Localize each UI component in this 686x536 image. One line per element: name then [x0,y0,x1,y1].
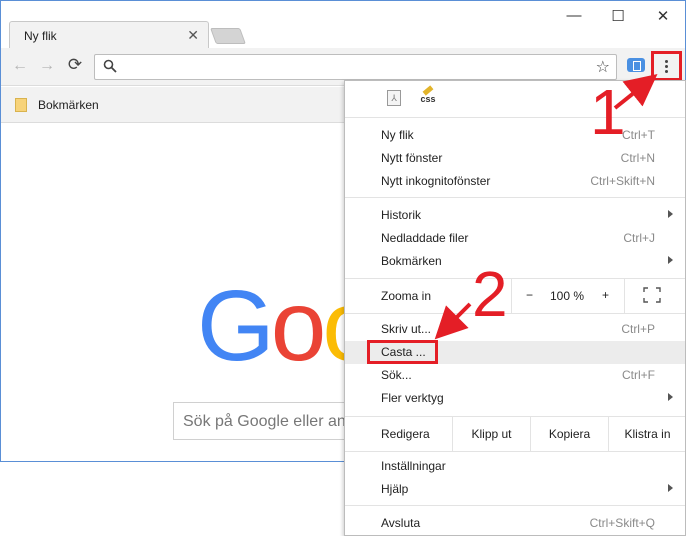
menu-item-label: Inställningar [381,459,446,473]
menu-item-shortcut: Ctrl+T [622,128,655,142]
cast-extension-icon[interactable] [627,58,645,72]
css-extension-icon[interactable]: css [418,85,438,104]
window-close-icon[interactable]: ✕ [640,7,685,25]
menu-item-shortcut: Ctrl+F [622,368,655,382]
menu-item-nedladdade-filer[interactable]: Nedladdade filer Ctrl+J [345,227,685,250]
tab-ny-flik[interactable]: Ny flik ✕ [9,21,209,48]
zoom-controls: − 100 % + [511,279,625,313]
css-extension-label: css [420,94,436,104]
minimize-icon[interactable]: — [551,7,597,24]
step-2-label: 2 [472,258,508,330]
menu-item-hjalp[interactable]: Hjälp [345,478,685,501]
menu-item-label: Historik [381,208,422,222]
menu-extension-row: ⅄ css [345,81,685,117]
menu-item-installningar[interactable]: Inställningar [345,455,685,478]
menu-item-label: Sök... [381,368,412,382]
fullscreen-icon[interactable] [643,287,661,303]
copy-button[interactable]: Kopiera [530,417,608,451]
menu-item-label: Hjälp [381,482,409,496]
menu-item-ny-flik[interactable]: Ny flik Ctrl+T [345,124,685,147]
menu-item-label: Avsluta [381,516,421,530]
bookmark-star-icon[interactable]: ☆ [596,57,610,77]
menu-dot-icon [665,64,668,68]
chrome-menu: ⅄ css Ny flik Ctrl+T Nytt fönster Ctrl+N… [344,80,686,536]
edit-label: Redigera [381,427,430,441]
forward-arrow-icon[interactable]: → [37,57,57,75]
menu-separator [345,313,685,314]
zoom-in-button[interactable]: + [602,288,609,302]
menu-item-shortcut: Ctrl+P [621,322,655,336]
step-1-label: 1 [590,76,626,148]
menu-item-inkognito[interactable]: Nytt inkognitofönster Ctrl+Skift+N [345,170,685,193]
menu-item-shortcut: Ctrl+N [620,151,655,165]
submenu-arrow-icon [668,393,673,401]
search-icon [103,59,117,73]
casta-highlight-box [367,340,438,364]
menu-item-shortcut: Ctrl+Skift+Q [589,516,655,530]
zoom-value: 100 % [550,289,585,303]
zoom-label: Zooma in [381,289,432,303]
menu-item-bokmarken[interactable]: Bokmärken [345,250,685,273]
menu-item-skriv-ut[interactable]: Skriv ut... Ctrl+P [345,318,685,341]
search-placeholder: Sök på Google eller an [183,413,346,430]
edit-row: Redigera Klipp ut Kopiera Klistra in [345,417,685,451]
reload-icon[interactable]: ⟳ [65,55,85,75]
menu-item-label: Nytt inkognitofönster [381,174,491,188]
folder-icon [15,98,27,112]
cut-button[interactable]: Klipp ut [452,417,530,451]
logo-letter-o1: o [270,270,327,382]
chrome-menu-button[interactable] [651,51,682,81]
logo-letter-g: G [197,270,275,382]
zoom-row: Zooma in − 100 % + [345,279,685,313]
paste-button[interactable]: Klistra in [608,417,686,451]
menu-item-label: Nedladdade filer [381,231,469,245]
menu-dot-icon [665,69,668,73]
menu-item-shortcut: Ctrl+Skift+N [590,174,655,188]
menu-dot-icon [665,59,668,63]
menu-item-sok[interactable]: Sök... Ctrl+F [345,364,685,387]
menu-item-shortcut: Ctrl+J [623,231,655,245]
bookmarks-folder-label[interactable]: Bokmärken [38,98,99,112]
menu-item-label: Skriv ut... [381,322,432,336]
zoom-out-button[interactable]: − [526,288,533,302]
tab-title: Ny flik [24,29,57,43]
menu-item-label: Fler verktyg [381,391,444,405]
menu-item-avsluta[interactable]: Avsluta Ctrl+Skift+Q [345,512,685,535]
address-bar[interactable]: ☆ [94,54,617,80]
menu-item-label: Nytt fönster [381,151,443,165]
menu-item-label: Ny flik [381,128,414,142]
menu-separator [345,197,685,198]
new-tab-button[interactable] [210,28,246,44]
pdf-extension-icon[interactable]: ⅄ [387,90,401,106]
back-arrow-icon[interactable]: ← [10,57,30,75]
title-bar: Ny flik ✕ — ☐ ✕ [1,1,685,48]
submenu-arrow-icon [668,210,673,218]
menu-item-nytt-fonster[interactable]: Nytt fönster Ctrl+N [345,147,685,170]
menu-item-fler-verktyg[interactable]: Fler verktyg [345,387,685,410]
submenu-arrow-icon [668,484,673,492]
tab-close-icon[interactable]: ✕ [187,27,199,44]
menu-separator [345,505,685,506]
menu-item-historik[interactable]: Historik [345,204,685,227]
menu-separator [345,117,685,118]
menu-separator [345,451,685,452]
menu-item-label: Bokmärken [381,254,442,268]
submenu-arrow-icon [668,256,673,264]
maximize-icon[interactable]: ☐ [595,7,641,25]
